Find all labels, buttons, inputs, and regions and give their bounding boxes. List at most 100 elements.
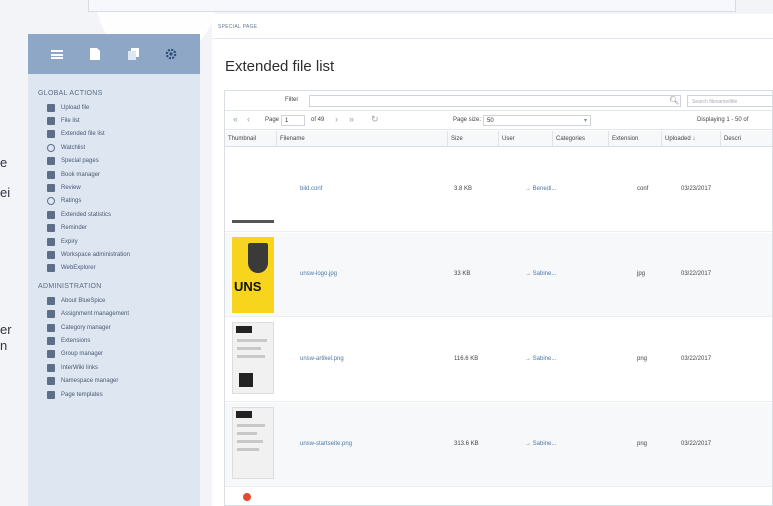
pagination-toolbar: « ‹ Page 1 of 49 › » ↻ Page size: 50 ▾ D…: [225, 112, 772, 130]
user-link[interactable]: → Benedi...: [525, 186, 556, 192]
search-icon[interactable]: 🔍︎: [669, 96, 679, 105]
sidebar-item-interwiki-links[interactable]: InterWiki links: [28, 361, 200, 374]
table-row[interactable]: UNS unsw-logo.jpg 33 KB → Sabine... jpg …: [225, 233, 772, 317]
page-label: Page: [265, 117, 280, 123]
globe-icon: [47, 264, 55, 273]
filter-input[interactable]: [309, 95, 681, 107]
sidebar-item-label: InterWiki links: [61, 364, 99, 371]
sidebar-item-extended-statistics[interactable]: Extended statistics: [28, 208, 200, 221]
column-header-user[interactable]: User: [499, 131, 553, 147]
sidebar-item-label: Workspace administration: [61, 251, 130, 258]
logo-text: UNS: [234, 279, 262, 294]
table-row[interactable]: unsw-startseite.png 313.6 KB → Sabine...…: [225, 403, 772, 487]
sidebar-item-label: Extended statistics: [61, 211, 112, 218]
filename-link[interactable]: unsw-logo.jpg: [300, 271, 337, 277]
sidebar-item-book-manager[interactable]: Book manager: [28, 168, 200, 181]
sidebar-item-label: File list: [61, 118, 80, 125]
sidebar-item-ratings[interactable]: Ratings: [28, 195, 200, 208]
sidebar-item-review[interactable]: Review: [28, 181, 200, 194]
background-window-frame: [88, 0, 736, 12]
sidebar-item-label: Extended file list: [61, 131, 105, 138]
page-count: of 49: [311, 117, 325, 123]
sidebar-item-special-pages[interactable]: Special pages: [28, 155, 200, 168]
crest-icon: [248, 243, 268, 273]
calendar-icon: [47, 237, 55, 246]
gear-small-icon: [47, 250, 55, 259]
background-text-fragment: e: [0, 155, 8, 170]
sidebar-section-administration: ADMINISTRATION: [38, 283, 102, 291]
user-link[interactable]: → Sabine...: [525, 356, 556, 362]
sidebar-item-label: About BlueSpice: [61, 297, 106, 304]
group-icon: [47, 350, 55, 359]
page-number-input[interactable]: 1: [281, 115, 305, 126]
sidebar-item-file-list[interactable]: File list: [28, 114, 200, 127]
table-row[interactable]: bild.conf 3.8 KB → Benedi... conf 03/23/…: [225, 148, 772, 232]
upload-date: 03/23/2017: [681, 186, 712, 192]
file-size: 313.6 KB: [454, 441, 479, 447]
unsw-logo-thumbnail[interactable]: UNS: [232, 237, 274, 313]
upload-icon: [47, 103, 55, 112]
refresh-icon[interactable]: ↻: [371, 114, 379, 125]
sidebar-item-assignment-management[interactable]: Assignment management: [28, 307, 200, 320]
sidebar-item-watchlist[interactable]: Watchlist: [28, 141, 200, 154]
user-link[interactable]: → Sabine...: [525, 271, 556, 277]
page-size-select[interactable]: 50 ▾: [483, 115, 591, 126]
sidebar-item-label: Book manager: [61, 171, 101, 178]
last-page-icon[interactable]: »: [349, 114, 354, 124]
sidebar-item-workspace-administration[interactable]: Workspace administration: [28, 248, 200, 261]
text-line: [237, 448, 259, 451]
column-header-filename[interactable]: Filename: [277, 131, 448, 147]
breadcrumb[interactable]: SPECIAL PAGE: [218, 24, 257, 30]
sidebar-item-expiry[interactable]: Expiry: [28, 235, 200, 248]
sidebar-item-upload-file[interactable]: Upload file: [28, 101, 200, 114]
gear-icon[interactable]: [164, 47, 178, 61]
star-outline-icon: [47, 197, 55, 206]
screenshot-thumbnail[interactable]: [232, 407, 274, 479]
main-content: SPECIAL PAGE Extended file list Filter 🔍…: [212, 14, 773, 506]
next-page-icon[interactable]: ›: [335, 114, 338, 124]
sidebar-item-about-bluespice[interactable]: About BlueSpice: [28, 294, 200, 307]
previous-page-icon[interactable]: ‹: [247, 114, 250, 124]
column-header-uploaded[interactable]: Uploaded ↓: [662, 131, 721, 147]
filename-link[interactable]: unsw-artikel.png: [300, 356, 344, 362]
screenshot-thumbnail[interactable]: [232, 322, 274, 394]
thumbnail-partial: [243, 493, 251, 501]
list-icon[interactable]: [50, 47, 64, 61]
column-header-description[interactable]: Descri: [721, 131, 772, 147]
sidebar-item-reminder[interactable]: Reminder: [28, 222, 200, 235]
copy-icon[interactable]: [126, 47, 140, 61]
page-title: Extended file list: [225, 58, 335, 75]
user-link[interactable]: → Sabine...: [525, 441, 556, 447]
table-row[interactable]: unsw-artikel.png 116.6 KB → Sabine... pn…: [225, 318, 772, 402]
sidebar-item-extended-file-list[interactable]: Extended file list: [28, 128, 200, 141]
sidebar-item-group-manager[interactable]: Group manager: [28, 348, 200, 361]
file-list-icon: [47, 117, 55, 126]
column-header-categories[interactable]: Categories: [553, 131, 609, 147]
filename-link[interactable]: bild.conf: [300, 186, 322, 192]
sidebar-item-page-templates[interactable]: Page templates: [28, 388, 200, 401]
chevron-down-icon: ▾: [583, 118, 587, 124]
sidebar-item-category-manager[interactable]: Category manager: [28, 321, 200, 334]
sidebar-item-label: Category manager: [61, 324, 111, 331]
file-extension: jpg: [637, 271, 646, 277]
sidebar-item-namespace-manager[interactable]: Namespace manager: [28, 374, 200, 387]
sidebar-item-webexplorer[interactable]: WebExplorer: [28, 262, 200, 275]
text-line: [237, 440, 263, 443]
sidebar-section-global-actions: GLOBAL ACTIONS: [38, 90, 103, 97]
sidebar-item-extensions[interactable]: Extensions: [28, 334, 200, 347]
filename-link[interactable]: unsw-startseite.png: [300, 441, 352, 447]
book-icon: [47, 170, 55, 179]
text-line: [237, 339, 267, 342]
file-size: 33 KB: [454, 271, 471, 277]
document-icon[interactable]: [88, 47, 102, 61]
file-size: 116.6 KB: [454, 356, 479, 362]
file-grid: Filter 🔍︎ Search filename/title « ‹ Page…: [224, 90, 773, 506]
sidebar: GLOBAL ACTIONS Upload file File list Ext…: [28, 34, 200, 506]
first-page-icon[interactable]: «: [233, 114, 238, 124]
column-header-thumbnail[interactable]: Thumbnail: [225, 131, 277, 147]
search-filename-input[interactable]: Search filename/title: [687, 95, 772, 107]
template-icon: [47, 390, 55, 399]
column-header-extension[interactable]: Extension: [609, 131, 662, 147]
column-header-size[interactable]: Size: [448, 131, 499, 147]
displaying-count: Displaying 1 - 50 of: [697, 117, 749, 123]
